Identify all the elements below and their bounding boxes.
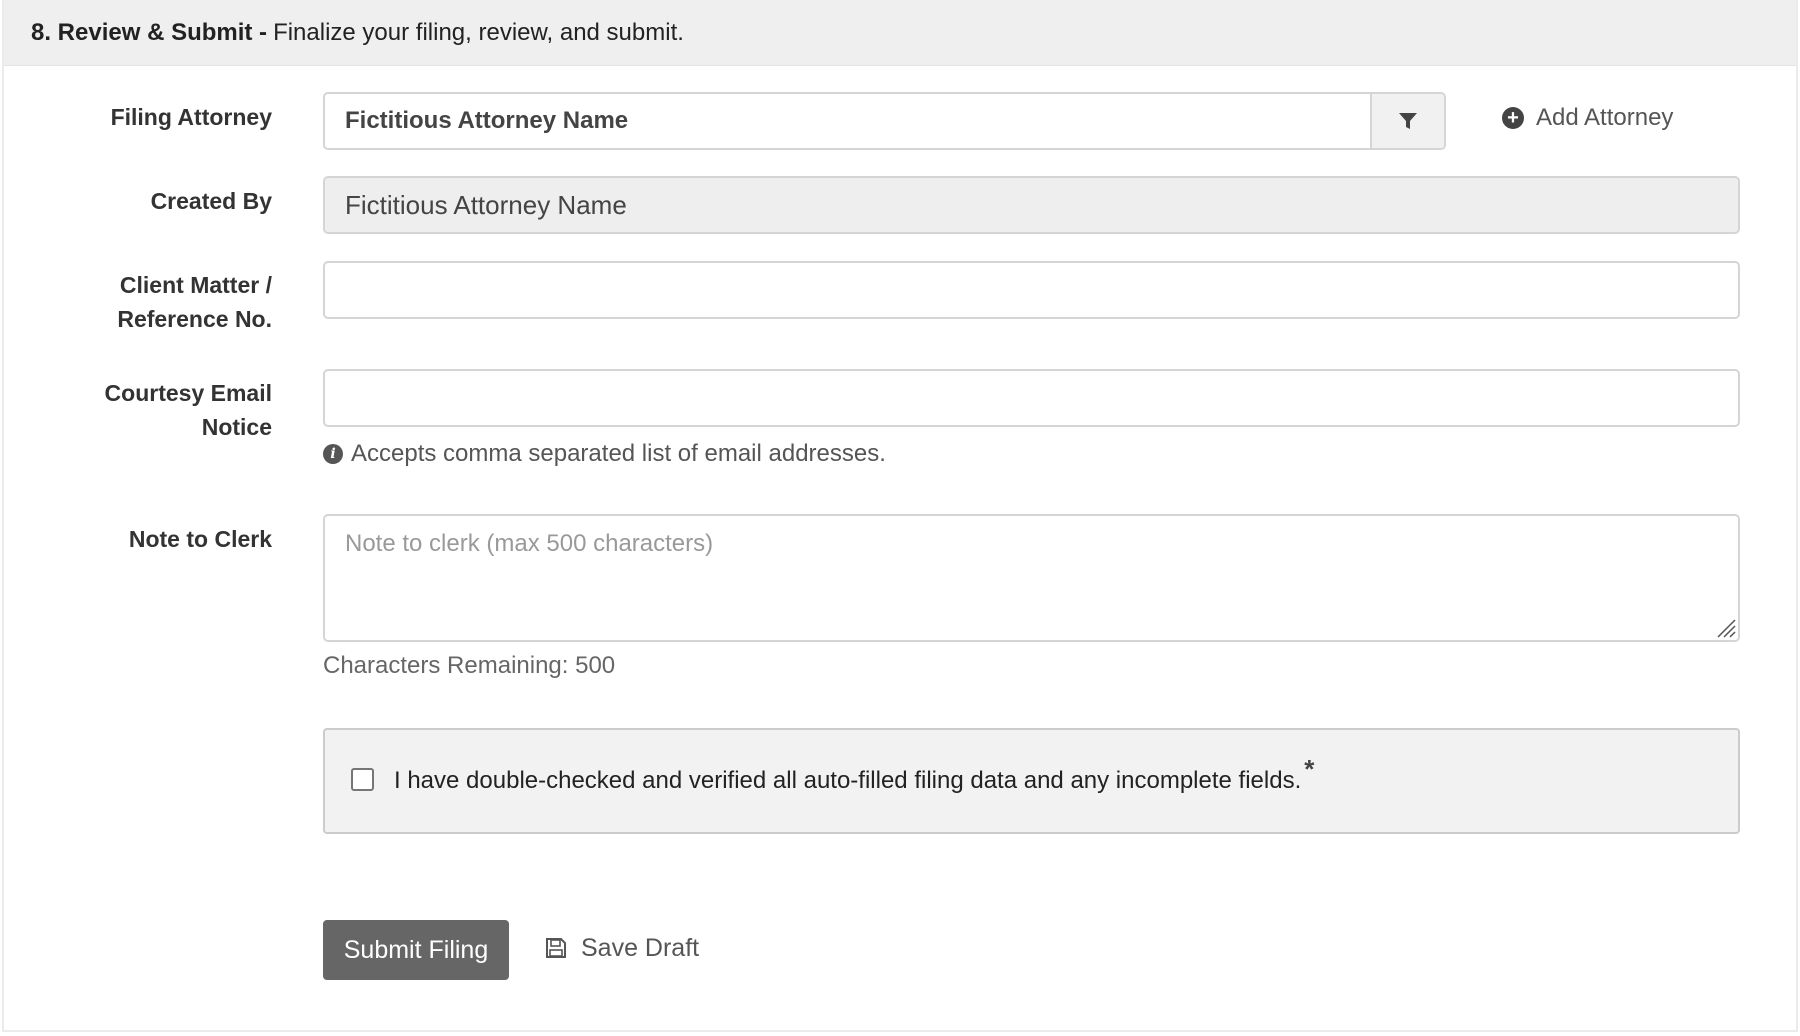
save-draft-button[interactable]: Save Draft	[545, 930, 699, 966]
plus-circle-icon: +	[1502, 107, 1524, 129]
courtesy-email-label: Courtesy Email Notice	[32, 376, 272, 444]
save-draft-label: Save Draft	[581, 933, 700, 962]
note-to-clerk-placeholder: Note to clerk (max 500 characters)	[345, 530, 714, 557]
filing-attorney-selected-value[interactable]: Fictitious Attorney Name	[325, 94, 1370, 148]
filing-attorney-select[interactable]: Fictitious Attorney Name	[323, 92, 1446, 150]
panel-header: 8. Review & Submit - Finalize your filin…	[4, 0, 1796, 66]
submit-filing-button[interactable]: Submit Filing	[323, 920, 509, 980]
filing-attorney-label: Filing Attorney	[110, 104, 272, 130]
resize-grip-icon[interactable]	[1714, 616, 1736, 638]
created-by-label: Created By	[150, 188, 272, 214]
courtesy-email-help: i Accepts comma separated list of email …	[323, 438, 886, 470]
characters-remaining: Characters Remaining: 500	[323, 652, 616, 679]
add-attorney-button[interactable]: + Add Attorney	[1502, 101, 1673, 135]
filter-button[interactable]	[1370, 94, 1444, 148]
floppy-disk-icon	[545, 937, 567, 959]
courtesy-email-label-line2: Notice	[201, 414, 272, 440]
required-asterisk: *	[1304, 753, 1315, 784]
client-matter-label-line2: Reference No.	[117, 306, 272, 332]
created-by-field: Fictitious Attorney Name	[323, 176, 1740, 234]
info-icon: i	[323, 444, 343, 464]
step-description: Finalize your filing, review, and submit…	[273, 18, 684, 46]
step-title: 8. Review & Submit -	[31, 18, 268, 46]
courtesy-email-label-line1: Courtesy Email	[104, 380, 272, 406]
note-to-clerk-textarea[interactable]: Note to clerk (max 500 characters)	[323, 514, 1740, 642]
verify-checkbox[interactable]	[351, 767, 374, 791]
client-matter-label: Client Matter / Reference No.	[32, 268, 272, 336]
filter-icon	[1399, 113, 1417, 129]
note-to-clerk-label: Note to Clerk	[128, 526, 272, 552]
add-attorney-label: Add Attorney	[1536, 104, 1674, 131]
client-matter-input[interactable]	[323, 261, 1740, 319]
client-matter-label-line1: Client Matter /	[119, 272, 272, 298]
courtesy-email-help-text: Accepts comma separated list of email ad…	[351, 440, 886, 467]
courtesy-email-input[interactable]	[323, 369, 1740, 427]
verification-box: I have double-checked and verified all a…	[323, 728, 1740, 834]
verify-label: I have double-checked and verified all a…	[394, 767, 1302, 794]
